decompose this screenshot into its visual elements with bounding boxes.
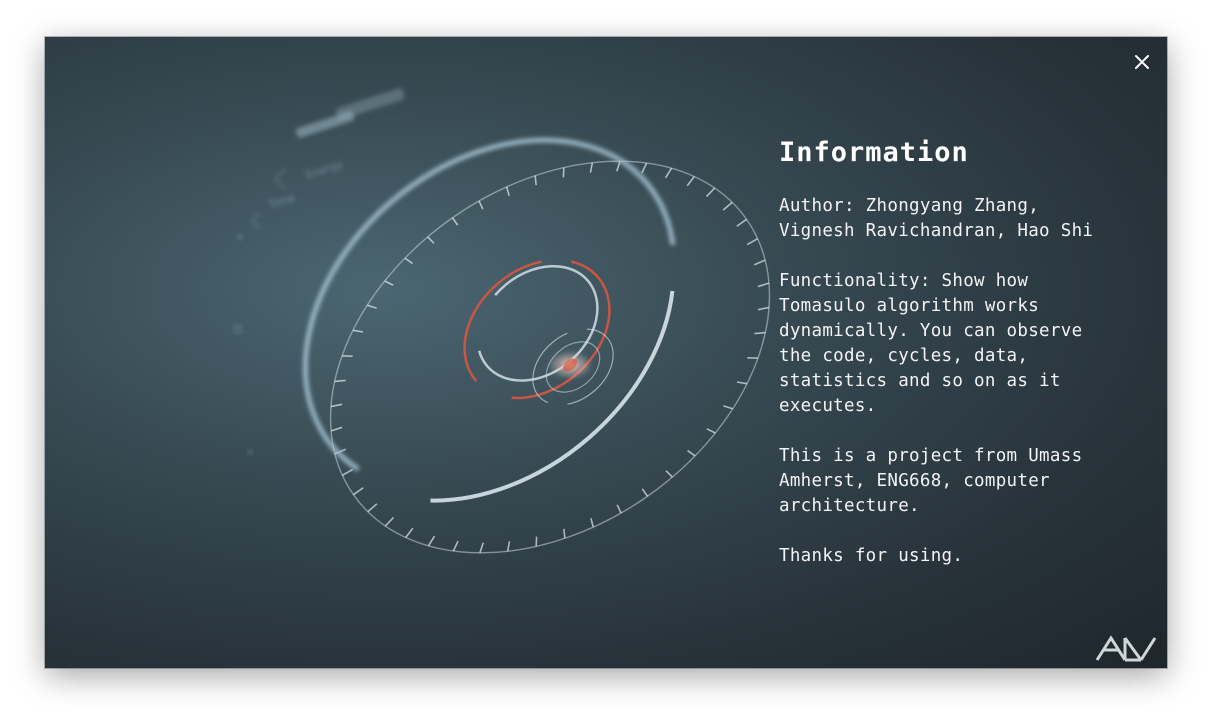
dial-tick — [736, 218, 748, 227]
dial-tick — [705, 187, 716, 198]
hud-label-energy: Energy — [304, 157, 345, 181]
dial-tick — [451, 217, 459, 226]
red-ring — [463, 258, 611, 400]
outer-dial-ring — [329, 160, 771, 554]
dial-tick — [427, 535, 436, 547]
dial-tick — [757, 306, 770, 311]
hud-label-time: Time — [266, 191, 297, 212]
info-author: Author: Zhongyang Zhang, Vignesh Ravicha… — [779, 196, 1094, 241]
info-thanks: Thanks for using. — [779, 546, 964, 566]
dial-tick — [753, 259, 766, 266]
dial-tick — [746, 237, 759, 246]
dial-tick — [341, 468, 354, 477]
close-icon — [1135, 55, 1149, 69]
dial-tick — [384, 516, 395, 527]
info-functionality: Functionality: Show how Tomasulo algorit… — [779, 271, 1083, 416]
dial-tick — [665, 470, 673, 478]
dial-tick — [641, 488, 649, 497]
dial-tick — [589, 162, 594, 173]
dial-tick — [330, 403, 343, 408]
dial-tick — [367, 503, 378, 513]
info-dialog: Energy Time Information Author: Zhongyan… — [45, 37, 1167, 668]
dial-tick — [334, 379, 346, 383]
dial-tick — [616, 504, 622, 514]
info-project: This is a project from Umass Amherst, EN… — [779, 446, 1083, 516]
dial-tick — [641, 162, 648, 174]
dial-tick — [330, 426, 343, 432]
info-title: Information — [779, 137, 969, 168]
dial-tick — [722, 201, 733, 211]
ad-logo-icon — [1095, 635, 1157, 662]
dial-tick — [686, 176, 695, 187]
dial-tick — [352, 487, 364, 496]
dial-tick — [754, 331, 766, 335]
dial-tick — [664, 167, 673, 179]
dial-tick — [478, 200, 484, 210]
info-panel: Information Author: Zhongyang Zhang, Vig… — [779, 137, 1119, 594]
dial-tick — [452, 540, 459, 552]
dial-tick — [427, 236, 435, 244]
close-button[interactable] — [1129, 49, 1155, 75]
dial-tick — [506, 541, 511, 552]
dial-tick — [479, 542, 484, 554]
dial-tick — [405, 527, 414, 538]
dial-tick — [757, 282, 770, 288]
